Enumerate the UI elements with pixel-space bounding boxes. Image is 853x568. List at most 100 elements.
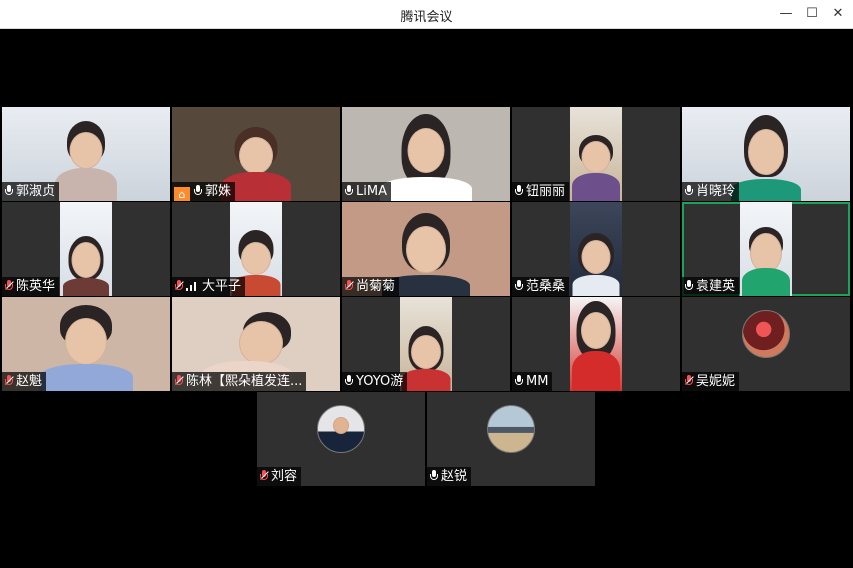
participant-label: 刘容 xyxy=(257,467,302,486)
participant-name: 郭淑贞 xyxy=(16,184,56,199)
participant-face xyxy=(411,335,441,369)
profile-avatar xyxy=(742,310,790,358)
participant-face xyxy=(581,312,611,349)
participant-face xyxy=(406,226,446,273)
participant-tile[interactable]: ⌂ 郭姝 xyxy=(172,107,340,201)
participant-face xyxy=(71,242,101,278)
host-icon: ⌂ xyxy=(174,187,190,201)
participant-name: 肖晓玲 xyxy=(696,184,736,199)
microphone-muted-icon xyxy=(174,375,184,387)
participant-video xyxy=(60,202,112,296)
participant-label: 袁建英 xyxy=(682,277,740,296)
participant-body xyxy=(731,179,801,201)
participant-label: 陈林【熙朵植发连... xyxy=(172,372,307,391)
microphone-on-icon xyxy=(429,470,439,482)
participant-face xyxy=(239,321,283,365)
participant-name: YOYO游 xyxy=(356,374,404,389)
participant-tile[interactable]: 郭淑贞 xyxy=(2,107,170,201)
participant-tile[interactable]: 肖晓玲 xyxy=(682,107,850,201)
tencent-meeting-window: 腾讯会议 — ☐ ✕ 郭淑贞 ⌂ 郭姝 LiMA 钮丽丽 肖晓玲 陈英华 大平子… xyxy=(0,0,853,568)
participant-tile[interactable]: LiMA xyxy=(342,107,510,201)
profile-avatar xyxy=(317,405,365,453)
participant-name: 郭姝 xyxy=(205,184,232,199)
microphone-on-icon xyxy=(514,375,524,387)
participant-label: 钮丽丽 xyxy=(512,182,570,201)
participant-face xyxy=(69,132,103,169)
participant-label: 肖晓玲 xyxy=(682,182,740,201)
microphone-on-icon xyxy=(514,185,524,197)
participant-name: 尚菊菊 xyxy=(356,279,396,294)
participant-tile[interactable]: 赵魁 xyxy=(2,297,170,391)
participant-label: ⌂ 郭姝 xyxy=(172,182,236,201)
participant-label: 郭淑贞 xyxy=(2,182,60,201)
avatar-person-face xyxy=(333,417,349,434)
participant-name: 赵魁 xyxy=(16,374,43,389)
participant-face xyxy=(581,141,611,173)
microphone-muted-icon xyxy=(344,280,354,292)
participant-body xyxy=(572,173,620,201)
participant-label: 陈英华 xyxy=(2,277,60,296)
microphone-on-icon xyxy=(684,185,694,197)
microphone-on-icon xyxy=(344,375,354,387)
participant-label: MM xyxy=(512,372,553,391)
participant-body xyxy=(401,369,451,391)
participant-name: 赵锐 xyxy=(441,469,468,484)
participant-video xyxy=(570,107,622,201)
microphone-muted-icon xyxy=(4,280,14,292)
participant-label: 尚菊菊 xyxy=(342,277,400,296)
signal-strength-icon xyxy=(186,279,199,291)
participant-video xyxy=(400,297,452,391)
participant-face xyxy=(581,240,611,274)
participant-video xyxy=(570,202,622,296)
participant-name: LiMA xyxy=(356,184,387,199)
microphone-muted-icon xyxy=(259,470,269,482)
participant-body xyxy=(63,278,109,296)
participant-tile[interactable]: 陈英华 xyxy=(2,202,170,296)
participant-name: 钮丽丽 xyxy=(526,184,566,199)
profile-avatar xyxy=(487,405,535,453)
participant-body xyxy=(380,177,472,201)
participant-name: 范桑桑 xyxy=(526,279,566,294)
participant-video xyxy=(740,202,792,296)
participant-tile[interactable]: 尚菊菊 xyxy=(342,202,510,296)
participant-name: 袁建英 xyxy=(696,279,736,294)
participant-label: YOYO游 xyxy=(342,372,408,391)
participant-body xyxy=(39,364,133,391)
participant-face xyxy=(241,242,271,275)
microphone-muted-icon xyxy=(4,375,14,387)
participant-name: 吴妮妮 xyxy=(696,374,736,389)
participant-label: 吴妮妮 xyxy=(682,372,740,391)
microphone-on-icon xyxy=(344,185,354,197)
participant-tile[interactable]: 吴妮妮 xyxy=(682,297,850,391)
participant-label: 赵锐 xyxy=(427,467,472,486)
microphone-muted-icon xyxy=(684,375,694,387)
microphone-muted-icon xyxy=(174,280,184,292)
participant-tile-active[interactable]: 袁建英 xyxy=(682,202,850,296)
participant-name: 刘容 xyxy=(271,469,298,484)
participant-tile[interactable]: 赵锐 xyxy=(427,392,595,486)
participant-name: 大平子 xyxy=(202,279,242,294)
participant-tile[interactable]: 范桑桑 xyxy=(512,202,680,296)
participant-body xyxy=(742,268,790,296)
microphone-on-icon xyxy=(193,185,203,197)
video-grid: 郭淑贞 ⌂ 郭姝 LiMA 钮丽丽 肖晓玲 陈英华 大平子 尚菊菊 范桑桑 袁建… xyxy=(0,0,853,568)
participant-name: 陈英华 xyxy=(16,279,56,294)
participant-face xyxy=(748,129,784,175)
participant-tile[interactable]: YOYO游 xyxy=(342,297,510,391)
participant-label: LiMA xyxy=(342,182,391,201)
participant-body xyxy=(55,168,117,201)
participant-tile[interactable]: 陈林【熙朵植发连... xyxy=(172,297,340,391)
participant-video xyxy=(570,297,622,391)
participant-tile[interactable]: 刘容 xyxy=(257,392,425,486)
participant-label: 赵魁 xyxy=(2,372,47,391)
participant-tile[interactable]: 钮丽丽 xyxy=(512,107,680,201)
microphone-on-icon xyxy=(514,280,524,292)
participant-label: 范桑桑 xyxy=(512,277,570,296)
participant-face xyxy=(239,137,273,174)
participant-tile[interactable]: 大平子 xyxy=(172,202,340,296)
participant-face xyxy=(750,233,782,273)
participant-label: 大平子 xyxy=(172,277,246,296)
participant-face xyxy=(407,128,445,173)
participant-tile[interactable]: MM xyxy=(512,297,680,391)
participant-name: 陈林【熙朵植发连... xyxy=(186,374,303,389)
